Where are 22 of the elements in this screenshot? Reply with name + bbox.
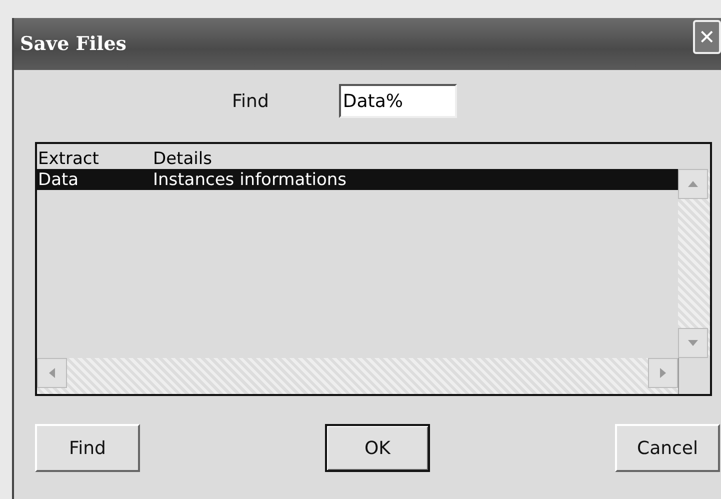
right-arrow-icon xyxy=(660,368,666,378)
scroll-down-button[interactable] xyxy=(678,328,708,358)
scroll-left-button[interactable] xyxy=(37,358,67,388)
find-button[interactable]: Find xyxy=(35,424,140,472)
up-arrow-icon xyxy=(688,181,698,187)
row-cell-text: Data xyxy=(37,170,80,190)
window-title: Save Files xyxy=(20,33,126,55)
column-header: Details xyxy=(153,148,213,168)
left-arrow-icon xyxy=(49,368,55,378)
find-label: Find xyxy=(232,90,269,112)
down-arrow-icon xyxy=(688,340,698,346)
scroll-right-button[interactable] xyxy=(648,358,678,388)
list-row[interactable]: Data Instances informations xyxy=(37,169,678,190)
column-header: Extract xyxy=(37,148,100,168)
find-field[interactable]: Data% xyxy=(338,84,457,118)
ok-button[interactable]: OK xyxy=(325,424,430,472)
horizontal-scrollbar[interactable] xyxy=(37,358,678,394)
vertical-scrollbar[interactable] xyxy=(678,169,710,358)
row-cell-text: Instances informations xyxy=(153,170,348,190)
cancel-button[interactable]: Cancel xyxy=(615,424,720,472)
scroll-up-button[interactable] xyxy=(678,169,708,199)
close-button[interactable]: ✕ xyxy=(693,20,721,54)
